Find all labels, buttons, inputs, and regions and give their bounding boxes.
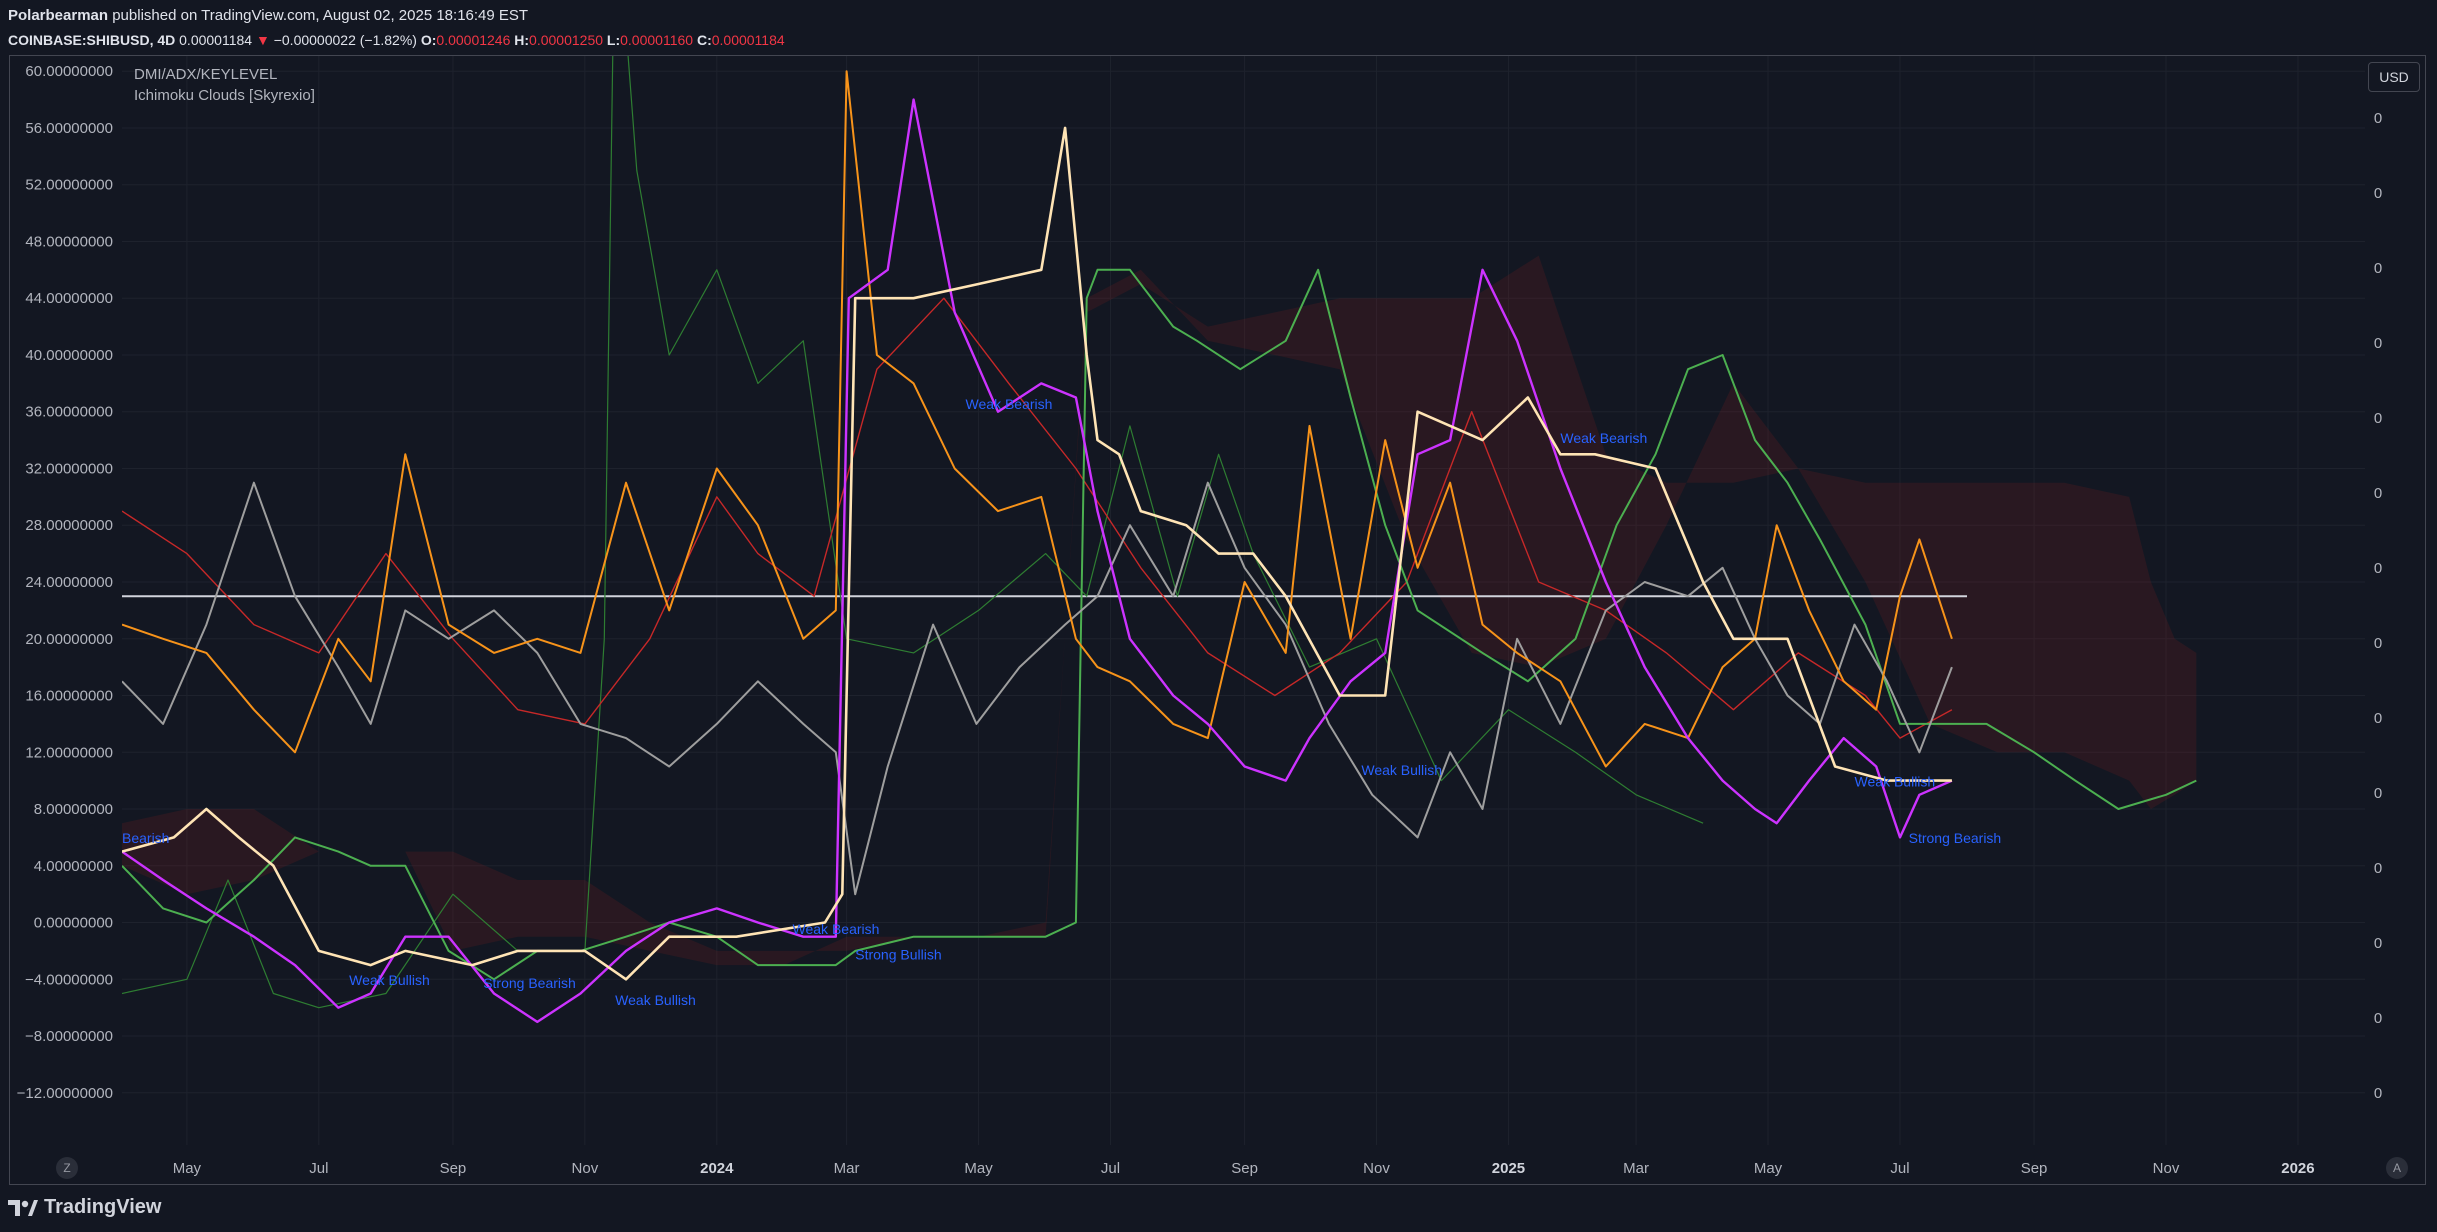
x-tick-label: 2024 xyxy=(700,1160,734,1177)
auto-scale-button[interactable]: A xyxy=(2386,1157,2408,1179)
x-tick-label: May xyxy=(964,1160,993,1177)
right-tick-label: 0 xyxy=(2374,710,2382,727)
y-tick-label: 44.00000000 xyxy=(25,290,113,307)
right-tick-label: 0 xyxy=(2374,935,2382,952)
zoom-reset-button[interactable]: Z xyxy=(56,1157,78,1179)
right-tick-label: 0 xyxy=(2374,1085,2382,1102)
x-tick-label: Nov xyxy=(2153,1160,2180,1177)
y-tick-label: −4.00000000 xyxy=(25,971,113,988)
right-tick-label: 0 xyxy=(2374,485,2382,502)
tradingview-logo-icon xyxy=(8,1199,38,1216)
x-tick-label: Sep xyxy=(440,1160,467,1177)
y-tick-label: −12.00000000 xyxy=(17,1085,113,1102)
right-tick-label: 0 xyxy=(2374,410,2382,427)
x-tick-label: Nov xyxy=(572,1160,599,1177)
signal-annotation: Bearish xyxy=(122,830,169,846)
y-tick-label: 28.00000000 xyxy=(25,517,113,534)
right-tick-label: 0 xyxy=(2374,560,2382,577)
x-tick-label: 2026 xyxy=(2281,1160,2314,1177)
signal-annotation: Weak Bullish xyxy=(1361,762,1442,778)
x-tick-label: Mar xyxy=(1623,1160,1649,1177)
x-tick-label: 2025 xyxy=(1492,1160,1525,1177)
x-tick-label: Jul xyxy=(1890,1160,1909,1177)
indicator-legend-ichimoku[interactable]: Ichimoku Clouds [Skyrexio] xyxy=(134,87,315,104)
y-tick-label: 36.00000000 xyxy=(25,404,113,421)
signal-annotation: Strong Bearish xyxy=(1909,830,2002,846)
indicator-legend-dmi[interactable]: DMI/ADX/KEYLEVEL xyxy=(134,66,277,83)
x-tick-label: Nov xyxy=(1363,1160,1390,1177)
y-tick-label: 40.00000000 xyxy=(25,347,113,364)
signal-annotation: Weak Bullish xyxy=(349,972,430,988)
right-tick-label: 0 xyxy=(2374,635,2382,652)
signal-annotation: Strong Bearish xyxy=(483,975,576,991)
y-tick-label: 4.00000000 xyxy=(34,858,113,875)
signal-annotation: Weak Bullish xyxy=(1855,773,1936,789)
y-tick-label: 60.00000000 xyxy=(25,63,113,80)
chart-canvas[interactable]: 60.00000000 56.00000000 52.00000000 48.0000… xyxy=(0,0,2437,1232)
x-tick-label: May xyxy=(1754,1160,1783,1177)
x-tick-label: May xyxy=(173,1160,202,1177)
y-tick-label: 52.00000000 xyxy=(25,177,113,194)
right-tick-label: 0 xyxy=(2374,335,2382,352)
x-tick-label: Jul xyxy=(1101,1160,1120,1177)
currency-button[interactable]: USD xyxy=(2368,62,2420,92)
right-tick-label: 0 xyxy=(2374,785,2382,802)
x-tick-label: Jul xyxy=(309,1160,328,1177)
y-tick-label: 32.00000000 xyxy=(25,460,113,477)
y-tick-label: 12.00000000 xyxy=(25,744,113,761)
y-tick-label: 20.00000000 xyxy=(25,631,113,648)
y-tick-label: 0.00000000 xyxy=(34,915,113,932)
right-tick-label: 0 xyxy=(2374,1010,2382,1027)
x-tick-label: Mar xyxy=(834,1160,860,1177)
signal-annotation: Weak Bearish xyxy=(793,921,880,937)
right-tick-label: 0 xyxy=(2374,260,2382,277)
signal-annotation: Weak Bearish xyxy=(966,396,1053,412)
y-tick-label: 16.00000000 xyxy=(25,688,113,705)
y-tick-label: 48.00000000 xyxy=(25,233,113,250)
right-tick-label: 0 xyxy=(2374,860,2382,877)
y-tick-label: 8.00000000 xyxy=(34,801,113,818)
right-tick-label: 0 xyxy=(2374,110,2382,127)
brand-name: TradingView xyxy=(44,1196,162,1218)
signal-annotation: Strong Bullish xyxy=(855,946,941,962)
y-tick-label: −8.00000000 xyxy=(25,1028,113,1045)
signal-annotation: Weak Bullish xyxy=(615,992,696,1008)
tradingview-logo: TradingView xyxy=(8,1196,161,1219)
y-tick-label: 56.00000000 xyxy=(25,120,113,137)
right-tick-label: 0 xyxy=(2374,185,2382,202)
x-tick-label: Sep xyxy=(2021,1160,2048,1177)
signal-annotation: Weak Bearish xyxy=(1560,430,1647,446)
x-tick-label: Sep xyxy=(1231,1160,1258,1177)
y-tick-label: 24.00000000 xyxy=(25,574,113,591)
